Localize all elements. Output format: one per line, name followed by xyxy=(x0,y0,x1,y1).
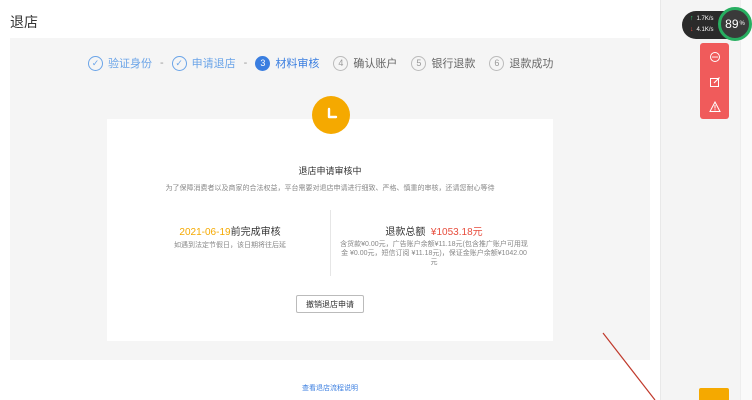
step-refund-success: 6 退款成功 xyxy=(489,55,553,71)
review-deadline: 2021-06-19前完成审核 xyxy=(130,223,330,238)
cancel-exit-application-button[interactable]: 撤销退店申请 xyxy=(296,295,364,313)
floating-toolbar xyxy=(700,43,729,119)
step-separator: - xyxy=(160,57,164,69)
page-title: 退店 xyxy=(10,14,38,30)
step-number: 6 xyxy=(489,55,505,71)
scrollbar[interactable] xyxy=(740,0,752,400)
step-number: 4 xyxy=(333,55,349,71)
download-speed: ↓ 4.1K/s xyxy=(690,26,714,33)
step-bank-refund: 5 银行退款 xyxy=(411,55,475,71)
exit-process-link[interactable]: 查看退店流程说明 xyxy=(0,383,660,393)
step-check-icon: ✓ xyxy=(171,55,187,71)
step-label: 银行退款 xyxy=(431,58,476,70)
refund-breakdown-line: 金 ¥0.00元，短信订阅 ¥11.18元)，保证金账户余额¥1042.00 xyxy=(341,250,527,257)
divider xyxy=(330,210,331,276)
step-number: 5 xyxy=(411,55,427,71)
step-confirm-account: 4 确认账户 xyxy=(333,55,397,71)
step-label: 退款成功 xyxy=(509,58,554,70)
more-icon[interactable] xyxy=(700,44,729,69)
refund-label: 退款总额 xyxy=(385,227,426,238)
deadline-suffix: 前完成审核 xyxy=(230,227,281,238)
upload-speed: ↑ 1.7K/s xyxy=(690,15,714,22)
deadline-date: 2021-06-19 xyxy=(179,227,231,238)
review-status-description: 为了保障消费者以及商家的合法权益，平台需要对退店申请进行细致、严格、慎重的审核，… xyxy=(165,185,495,192)
step-label: 确认账户 xyxy=(353,58,398,70)
review-status-title: 退店申请审核中 xyxy=(298,166,362,176)
refund-breakdown-line: 元 xyxy=(430,259,438,266)
edit-icon[interactable] xyxy=(700,69,729,94)
download-arrow-icon: ↓ xyxy=(690,26,694,33)
step-separator: - xyxy=(243,57,248,69)
upload-arrow-icon: ↑ xyxy=(690,15,694,22)
step-number: 3 xyxy=(255,55,271,71)
step-label: 申请退店 xyxy=(191,58,236,70)
refund-breakdown-line: 含货款¥0.00元，广告账户余额¥11.18元(包含推广账户可用现 xyxy=(340,241,528,248)
refund-breakdown: 含货款¥0.00元，广告账户余额¥11.18元(包含推广账户可用现 金 ¥0.0… xyxy=(334,240,534,267)
step-check-icon: ✓ xyxy=(88,55,103,71)
refund-total: 退款总额 ¥1053.18元 xyxy=(334,223,534,238)
refund-amount: ¥1053.18元 xyxy=(430,227,483,238)
deadline-note: 如遇到法定节假日，该日期将往后延 xyxy=(174,242,286,249)
step-material-review: 3 材料审核 xyxy=(255,55,319,71)
progress-steps: ✓ 验证身份 - ✓ 申请退店 - 3 材料审核 4 确认账户 5 银行退款 6… xyxy=(88,54,553,72)
step-verify-identity: ✓ 验证身份 xyxy=(88,55,152,71)
floating-action-button[interactable] xyxy=(699,388,729,400)
step-label: 验证身份 xyxy=(108,58,152,70)
step-label: 材料审核 xyxy=(275,58,320,70)
warning-icon[interactable] xyxy=(700,94,729,119)
clock-icon xyxy=(312,96,350,134)
cpu-usage-gauge[interactable]: 89% xyxy=(718,7,752,41)
step-apply-exit: ✓ 申请退店 xyxy=(171,55,236,71)
